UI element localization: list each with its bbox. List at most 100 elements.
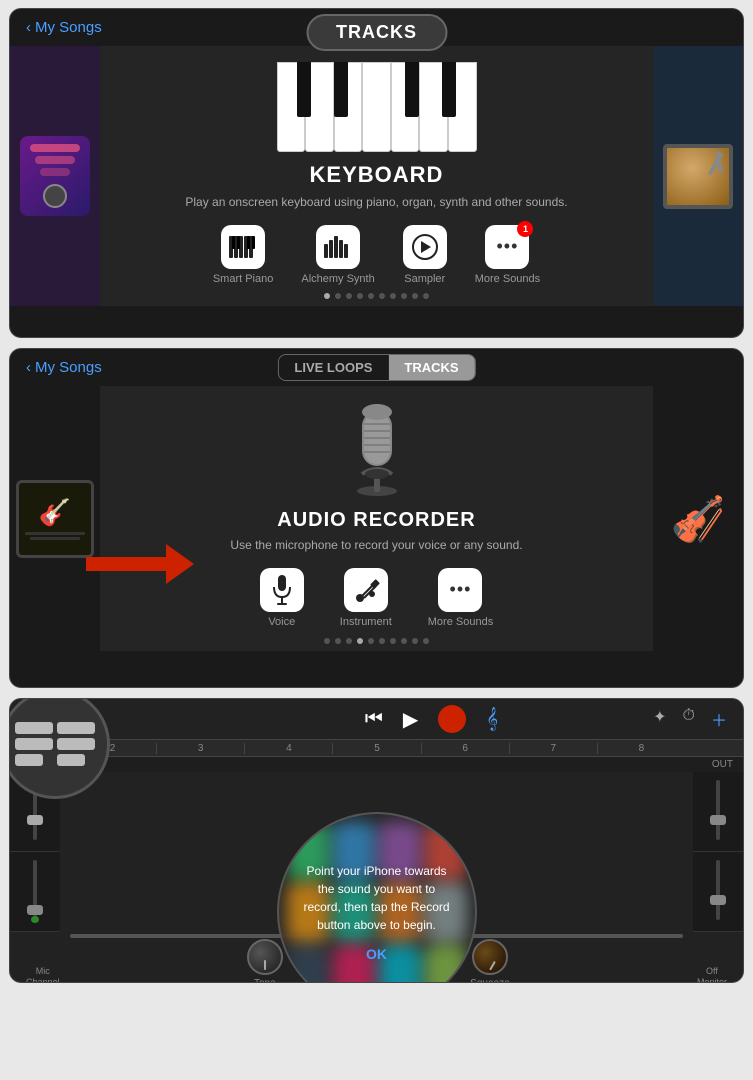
dot bbox=[335, 638, 341, 644]
tab-tracks[interactable]: TRACKS bbox=[388, 355, 474, 380]
panel1-content: KEYBOARD Play an onscreen keyboard using… bbox=[10, 46, 743, 306]
mic-channel-label: MicChannel bbox=[26, 966, 60, 983]
circle-popup: Point your iPhone towards the sound you … bbox=[277, 812, 477, 983]
more-sounds-badge: 1 bbox=[517, 221, 533, 237]
play-button[interactable]: ▶ bbox=[403, 707, 418, 732]
grid-bar bbox=[15, 722, 53, 734]
dot-active bbox=[324, 293, 330, 299]
popup-instruction-text: Point your iPhone towards the sound you … bbox=[299, 862, 455, 934]
track-label-2 bbox=[10, 852, 60, 932]
instrument-icon-item[interactable]: Instrument bbox=[340, 568, 392, 628]
tracks-timeline[interactable]: Point your iPhone towards the sound you … bbox=[60, 772, 693, 932]
grid-bar bbox=[57, 722, 95, 734]
alchemy-synth-label: Alchemy Synth bbox=[301, 273, 374, 285]
circle-popup-inner: Point your iPhone towards the sound you … bbox=[279, 814, 475, 983]
keyboard-main-card: KEYBOARD Play an onscreen keyboard using… bbox=[100, 46, 653, 306]
tone-knob[interactable] bbox=[247, 939, 283, 975]
out-label: OUT bbox=[712, 759, 733, 770]
tone-control[interactable]: Tone bbox=[247, 939, 283, 983]
panel-tracks-view: ⏮ ▶ 𝄞 ✦ ⏱ ＋ 2 3 4 5 6 7 8 IN OUT bbox=[9, 698, 744, 983]
ruler-mark: 7 bbox=[509, 743, 597, 754]
tracks-area: Point your iPhone towards the sound you … bbox=[10, 772, 743, 932]
white-key bbox=[419, 62, 448, 152]
alchemy-synth-icon bbox=[316, 225, 360, 269]
metronome-button[interactable]: 𝄞 bbox=[486, 708, 498, 731]
right-thumbnail-1 bbox=[653, 46, 743, 306]
voice-icon bbox=[260, 568, 304, 612]
back-label-1: My Songs bbox=[35, 19, 102, 36]
sampler-icon-item[interactable]: Sampler bbox=[403, 225, 447, 285]
voice-label: Voice bbox=[268, 616, 295, 628]
tab-group: LIVE LOOPS TRACKS bbox=[277, 354, 475, 381]
timeline-ruler: 2 3 4 5 6 7 8 bbox=[10, 739, 743, 757]
left-thumbnail-2: 🎸 bbox=[10, 386, 100, 651]
back-button-1[interactable]: ‹ My Songs bbox=[26, 19, 102, 36]
dot bbox=[368, 638, 374, 644]
in-out-labels: IN OUT bbox=[10, 757, 743, 772]
track-right-2 bbox=[693, 852, 743, 932]
tracks-grid-icon bbox=[11, 718, 99, 770]
mic-channel-control: MicChannel bbox=[26, 966, 60, 983]
tab-live-loops[interactable]: LIVE LOOPS bbox=[278, 355, 388, 380]
panel2-header: ‹ My Songs LIVE LOOPS TRACKS bbox=[10, 349, 743, 386]
white-key bbox=[362, 62, 391, 152]
sampler-icon bbox=[403, 225, 447, 269]
more-sounds-icon-item[interactable]: ••• 1 More Sounds bbox=[475, 225, 540, 285]
dot bbox=[357, 293, 363, 299]
smart-piano-icon-item[interactable]: Smart Piano bbox=[213, 225, 274, 285]
settings-icon[interactable]: ⏱ bbox=[683, 707, 695, 731]
dot bbox=[379, 293, 385, 299]
right-thumbnail-2: 🎻 bbox=[653, 386, 743, 651]
chevron-left-icon: ‹ bbox=[26, 19, 31, 36]
rewind-button[interactable]: ⏮ bbox=[365, 708, 383, 731]
page-dots-2 bbox=[324, 638, 429, 644]
sampler-label: Sampler bbox=[404, 273, 445, 285]
panel1-title-area: TRACKS bbox=[306, 14, 447, 51]
audio-recorder-main-card: AUDIO RECORDER Use the microphone to rec… bbox=[100, 386, 653, 651]
voice-icon-item[interactable]: Voice bbox=[260, 568, 304, 628]
squeeze-knob-indicator bbox=[489, 961, 496, 971]
smart-piano-label: Smart Piano bbox=[213, 273, 274, 285]
ruler-mark: 6 bbox=[421, 743, 509, 754]
monitor-label: OffMonitor bbox=[697, 966, 727, 983]
transport-right-controls: ✦ ⏱ ＋ bbox=[653, 707, 727, 731]
knob-indicator bbox=[264, 960, 266, 970]
panel1-header: ‹ My Songs TRACKS bbox=[10, 9, 743, 46]
grid-bar bbox=[57, 754, 85, 766]
transport-bar: ⏮ ▶ 𝄞 ✦ ⏱ ＋ bbox=[10, 699, 743, 739]
record-button[interactable] bbox=[438, 705, 466, 733]
microphone-visual bbox=[342, 396, 412, 501]
dot bbox=[412, 293, 418, 299]
grid-bar bbox=[15, 738, 53, 750]
dot bbox=[390, 638, 396, 644]
instrument-icon bbox=[344, 568, 388, 612]
arrow-head bbox=[166, 544, 194, 584]
popup-ok-button[interactable]: OK bbox=[366, 946, 387, 962]
more-sounds-2-icon-item[interactable]: ••• More Sounds bbox=[428, 568, 493, 628]
alchemy-synth-icon-item[interactable]: Alchemy Synth bbox=[301, 225, 374, 285]
ruler-marks: 2 3 4 5 6 7 8 bbox=[68, 743, 685, 754]
squeeze-label: Squeeze bbox=[470, 978, 509, 983]
dot bbox=[401, 293, 407, 299]
dot bbox=[379, 638, 385, 644]
piano-visual bbox=[277, 62, 477, 152]
squeeze-knob[interactable] bbox=[472, 939, 508, 975]
white-key bbox=[448, 62, 477, 152]
white-key bbox=[334, 62, 363, 152]
dot bbox=[401, 638, 407, 644]
white-key bbox=[277, 62, 306, 152]
squeeze-control[interactable]: Squeeze bbox=[470, 939, 509, 983]
dot bbox=[346, 638, 352, 644]
dot bbox=[390, 293, 396, 299]
panel-audio-recorder: ‹ My Songs LIVE LOOPS TRACKS 🎸 bbox=[9, 348, 744, 688]
add-track-icon[interactable]: ＋ bbox=[711, 707, 727, 731]
voice-icons-row: Voice Instrument bbox=[260, 568, 493, 628]
arrow-body bbox=[86, 557, 166, 571]
tracks-title-badge: TRACKS bbox=[306, 14, 447, 51]
back-button-2[interactable]: ‹ My Songs bbox=[26, 359, 102, 376]
monitor-control: OffMonitor bbox=[697, 966, 727, 983]
brightness-icon[interactable]: ✦ bbox=[653, 707, 666, 731]
white-key bbox=[305, 62, 334, 152]
back-label-2: My Songs bbox=[35, 359, 102, 376]
ruler-mark: 3 bbox=[156, 743, 244, 754]
